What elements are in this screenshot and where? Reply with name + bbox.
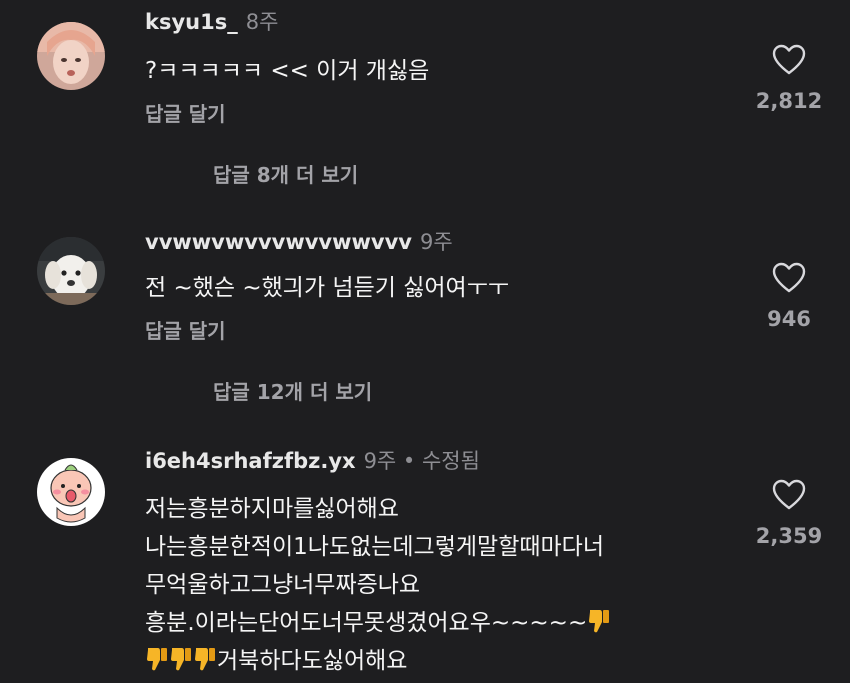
comment-text-line: 거북하다도싫어해요: [145, 642, 611, 680]
comment-text-line: 무억울하고그냥너무짜증나요: [145, 572, 421, 598]
comments-panel: ksyu1s_ 8주 ?ㅋㅋㅋㅋㅋ << 이거 개싫음 답글 달기 2,812 답…: [0, 0, 850, 683]
comment-age: 9주: [419, 230, 453, 254]
thumbs-down-emoji: [589, 610, 610, 633]
like-count: 2,812: [755, 89, 823, 113]
heart-outline-icon[interactable]: [772, 44, 806, 76]
comment-age: 9주 • 수정됨: [363, 449, 480, 473]
comment-text-line: ?ㅋㅋㅋㅋㅋ << 이거 개싫음: [145, 58, 430, 84]
comment-text-line: 흥분.이라는단어도너무못생겼어요우~~~~~: [145, 604, 611, 642]
view-more-replies-button[interactable]: 답글 12개 더 보기: [213, 379, 372, 405]
comment-text-fragment: 거북하다도싫어해요: [217, 648, 408, 674]
comment-text-fragment: 흥분.이라는단어도너무못생겼어요우~~~~~: [145, 610, 588, 636]
avatar[interactable]: [37, 22, 105, 90]
thumbs-down-emoji: [171, 648, 191, 671]
comment-header: i6eh4srhafzfbz.yx 9주 • 수정됨: [145, 447, 480, 475]
avatar[interactable]: [37, 458, 105, 526]
username[interactable]: i6eh4srhafzfbz.yx: [145, 449, 356, 473]
comment-text-line: 전 ~했슨 ~했긔가 넘듣기 싫어여ㅜㅜ: [145, 275, 510, 301]
reply-button[interactable]: 답글 달기: [145, 101, 226, 127]
thumbs-down-emoji: [195, 648, 215, 671]
comment-text: 저는흥분하지마를싫어해요 나는흥분한적이1나도없는데그렇게말할때마다너 무억울하…: [145, 490, 611, 680]
like-count: 2,359: [755, 524, 823, 548]
thumbs-down-emoji: [147, 648, 167, 671]
heart-outline-icon[interactable]: [772, 479, 806, 511]
like-column: 2,359: [729, 479, 849, 548]
like-column: 2,812: [729, 44, 849, 113]
comment-text: ?ㅋㅋㅋㅋㅋ << 이거 개싫음: [145, 56, 429, 87]
comment-header: vvwwvwvvvwvvwwvvv 9주: [145, 228, 453, 256]
comment-text: 전 ~했슨 ~했긔가 넘듣기 싫어여ㅜㅜ: [145, 273, 509, 304]
username[interactable]: vvwwvwvvvwvvwwvvv: [145, 230, 412, 254]
view-more-replies-button[interactable]: 답글 8개 더 보기: [213, 162, 358, 188]
reply-button[interactable]: 답글 달기: [145, 318, 226, 344]
comment-text-line: 나는흥분한적이1나도없는데그렇게말할때마다너: [145, 534, 604, 560]
heart-outline-icon[interactable]: [772, 262, 806, 294]
avatar[interactable]: [37, 237, 105, 305]
comment-text-line: 저는흥분하지마를싫어해요: [145, 496, 399, 522]
comment-header: ksyu1s_ 8주: [145, 8, 278, 36]
like-count: 946: [767, 307, 811, 331]
like-column: 946: [729, 262, 849, 331]
comment-age: 8주: [245, 10, 279, 34]
username[interactable]: ksyu1s_: [145, 10, 238, 34]
